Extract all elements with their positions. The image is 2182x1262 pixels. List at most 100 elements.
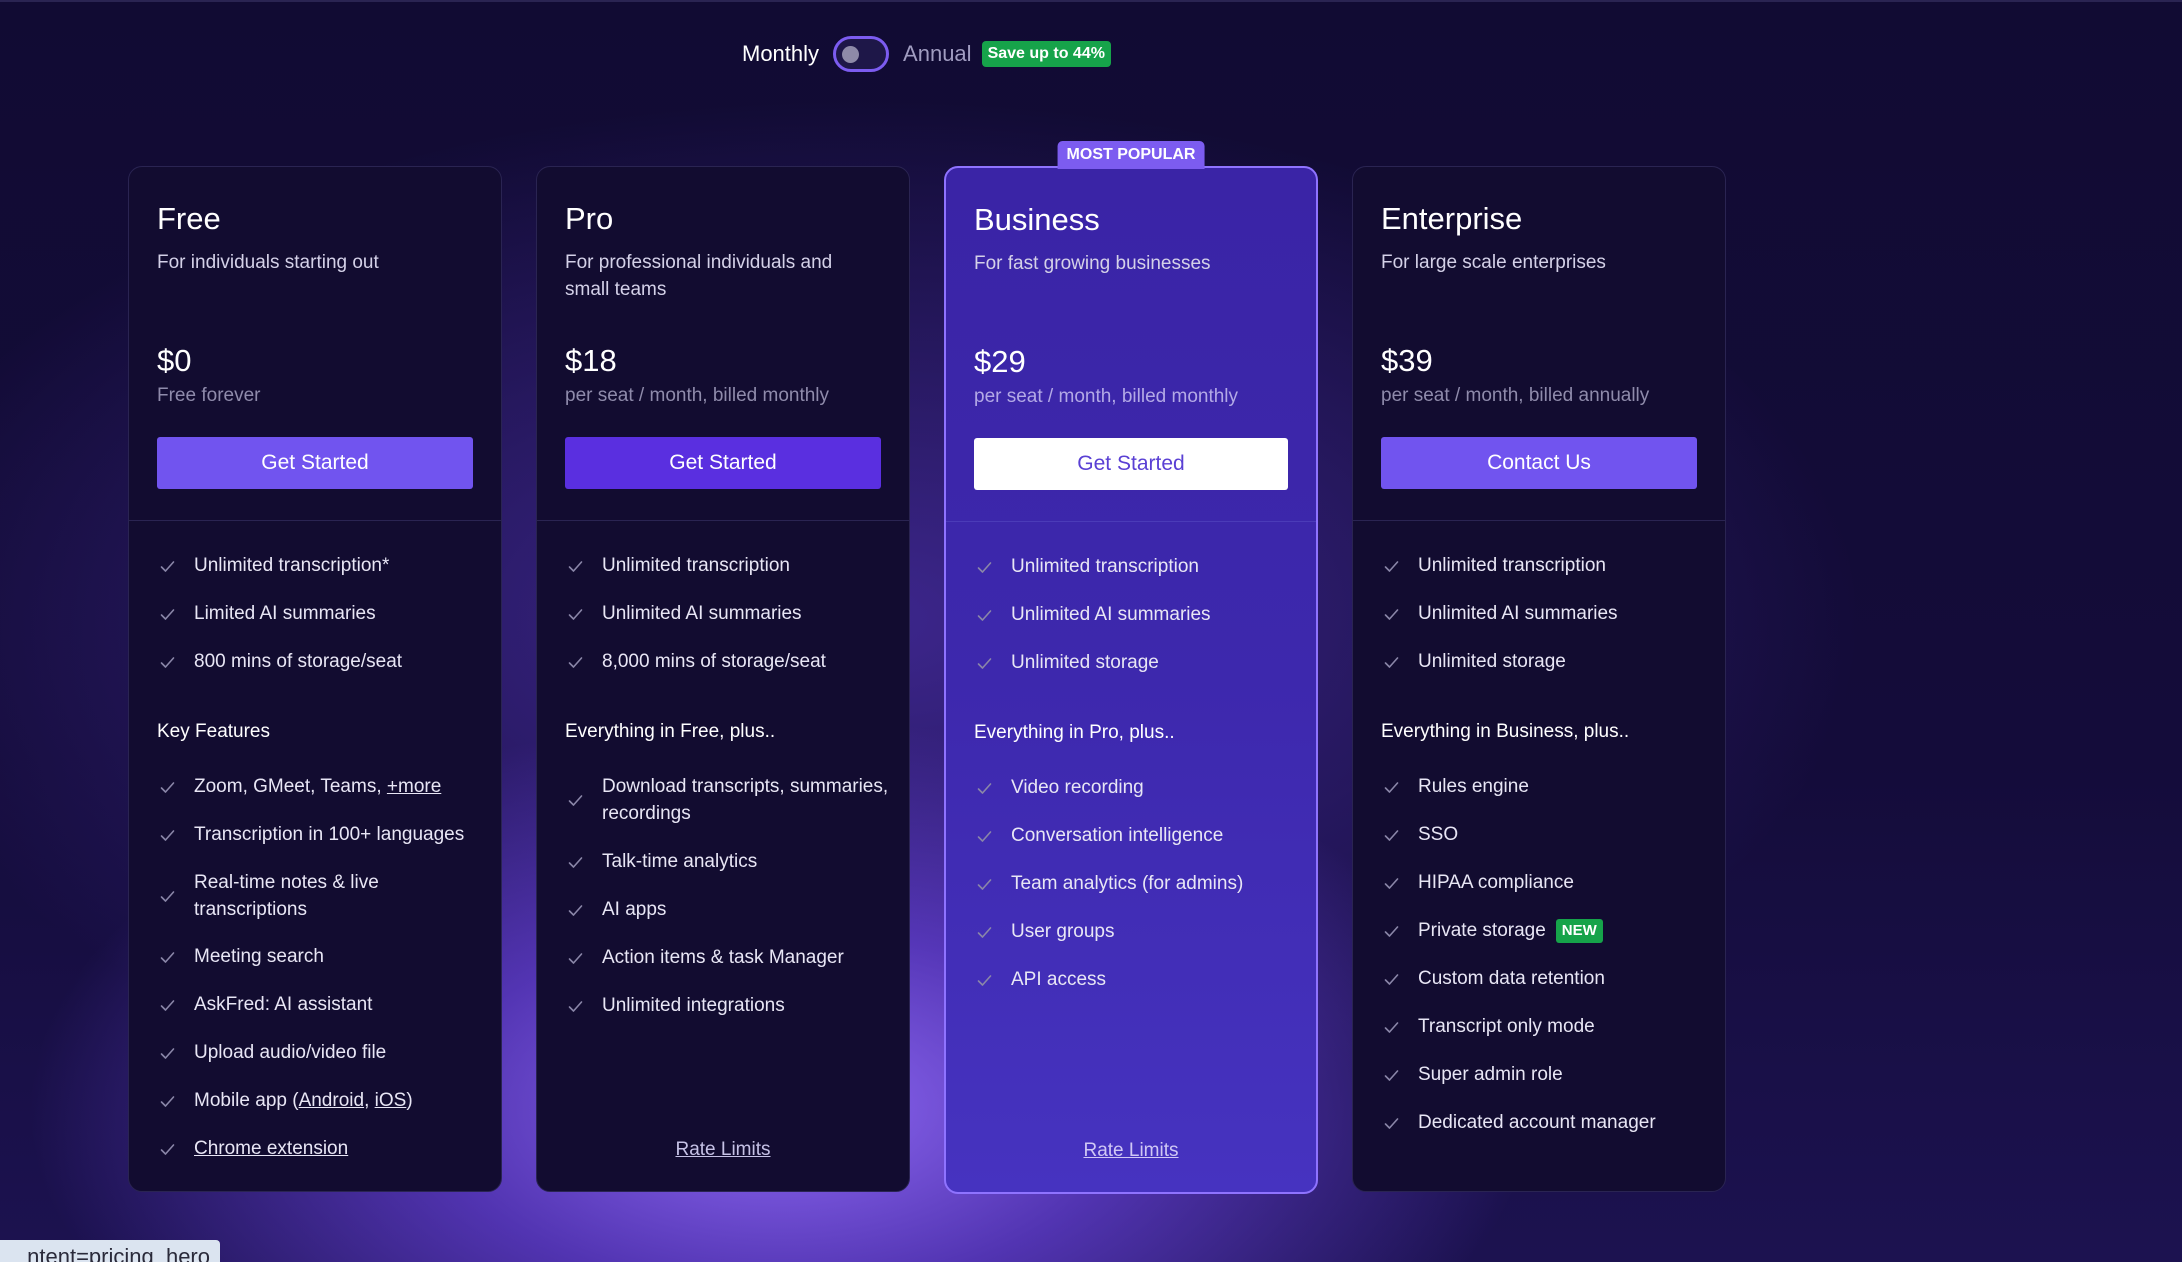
list-item: Real-time notes & live transcriptions: [157, 869, 481, 923]
list-item: Unlimited transcription: [565, 552, 889, 579]
plan-card-enterprise: Enterprise For large scale enterprises $…: [1352, 166, 1726, 1192]
rate-limits-link[interactable]: Rate Limits: [946, 1140, 1316, 1162]
check-icon: [976, 655, 993, 672]
check-icon: [567, 854, 584, 871]
get-started-button[interactable]: Get Started: [974, 438, 1288, 490]
billing-period-switch: Monthly Annual Save up to 44%: [742, 36, 1111, 72]
list-item: Transcription in 100+ languages: [157, 821, 481, 848]
ios-link[interactable]: iOS: [375, 1090, 407, 1111]
check-icon: [1383, 779, 1400, 796]
check-icon: [976, 559, 993, 576]
list-item: API access: [974, 966, 1296, 993]
plan-card-pro: Pro For professional individuals and sma…: [536, 166, 910, 1192]
check-icon: [159, 949, 176, 966]
check-icon: [1383, 827, 1400, 844]
chrome-extension-link[interactable]: Chrome extension: [194, 1138, 348, 1159]
list-item: Unlimited AI summaries: [974, 601, 1296, 628]
plan-tagline: For fast growing businesses: [974, 253, 1211, 274]
check-icon: [567, 998, 584, 1015]
check-icon: [976, 876, 993, 893]
get-started-button[interactable]: Get Started: [157, 437, 473, 489]
contact-us-button[interactable]: Contact Us: [1381, 437, 1697, 489]
check-icon: [567, 902, 584, 919]
check-icon: [159, 558, 176, 575]
save-badge: Save up to 44%: [981, 41, 1111, 67]
debug-tag: ntent=pricing_hero: [0, 1240, 220, 1262]
check-icon: [567, 654, 584, 671]
monthly-label[interactable]: Monthly: [742, 41, 819, 67]
plan-name: Pro: [565, 201, 614, 236]
check-icon: [1383, 1019, 1400, 1036]
list-item: Unlimited storage: [1381, 648, 1705, 675]
group-title: Key Features: [157, 721, 270, 742]
plan-header: Enterprise For large scale enterprises $…: [1353, 167, 1725, 521]
list-item: Video recording: [974, 774, 1296, 801]
list-item: Custom data retention: [1381, 965, 1705, 992]
check-icon: [1383, 875, 1400, 892]
plan-period: per seat / month, billed monthly: [974, 386, 1239, 407]
list-item: Download transcripts, summaries, recordi…: [565, 773, 889, 827]
check-icon: [1383, 654, 1400, 671]
check-icon: [567, 558, 584, 575]
list-item: Unlimited AI summaries: [1381, 600, 1705, 627]
plan-period: per seat / month, billed annually: [1381, 385, 1650, 406]
plan-card-business: MOST POPULAR Business For fast growing b…: [944, 141, 1318, 1194]
check-icon: [976, 607, 993, 624]
plan-tagline: For individuals starting out: [157, 252, 379, 273]
check-icon: [1383, 971, 1400, 988]
check-icon: [567, 606, 584, 623]
check-icon: [159, 888, 176, 905]
annual-label[interactable]: Annual: [903, 41, 972, 67]
check-icon: [159, 654, 176, 671]
group-title: Everything in Free, plus..: [565, 721, 776, 742]
list-item: Dedicated account manager: [1381, 1109, 1705, 1136]
check-icon: [159, 1045, 176, 1062]
list-item: Chrome extension: [157, 1135, 481, 1162]
get-started-button[interactable]: Get Started: [565, 437, 881, 489]
list-item: Meeting search: [157, 943, 481, 970]
list-item: HIPAA compliance: [1381, 869, 1705, 896]
check-icon: [976, 924, 993, 941]
list-item: Limited AI summaries: [157, 600, 481, 627]
plan-header: Free For individuals starting out $0 Fre…: [129, 167, 501, 521]
check-icon: [976, 972, 993, 989]
check-icon: [976, 828, 993, 845]
plan-name: Free: [157, 201, 221, 236]
plan-name: Business: [974, 202, 1100, 237]
check-icon: [159, 1141, 176, 1158]
list-item: User groups: [974, 918, 1296, 945]
android-link[interactable]: Android: [299, 1090, 365, 1111]
list-item: Super admin role: [1381, 1061, 1705, 1088]
check-icon: [567, 950, 584, 967]
list-item: AskFred: AI assistant: [157, 991, 481, 1018]
plan-card-free: Free For individuals starting out $0 Fre…: [128, 166, 502, 1192]
list-item: Rules engine: [1381, 773, 1705, 800]
plan-header: Business For fast growing businesses $29…: [946, 168, 1316, 522]
top-divider: [0, 0, 2182, 2]
list-item: Unlimited transcription*: [157, 552, 481, 579]
plan-header: Pro For professional individuals and sma…: [537, 167, 909, 521]
list-item: Unlimited integrations: [565, 992, 889, 1019]
list-item: 800 mins of storage/seat: [157, 648, 481, 675]
list-item: Action items & task Manager: [565, 944, 889, 971]
list-item: Unlimited storage: [974, 649, 1296, 676]
check-icon: [567, 792, 584, 809]
plan-name: Enterprise: [1381, 201, 1523, 236]
list-item: Unlimited AI summaries: [565, 600, 889, 627]
check-icon: [159, 827, 176, 844]
plan-price: $18: [565, 343, 617, 378]
check-icon: [1383, 923, 1400, 940]
rate-limits-link[interactable]: Rate Limits: [537, 1139, 909, 1161]
list-item: SSO: [1381, 821, 1705, 848]
check-icon: [1383, 606, 1400, 623]
list-item: Talk-time analytics: [565, 848, 889, 875]
billing-toggle[interactable]: [833, 36, 890, 72]
list-item: Mobile app (Android, iOS): [157, 1087, 481, 1114]
check-icon: [159, 606, 176, 623]
more-link[interactable]: +more: [387, 776, 441, 797]
check-icon: [1383, 1115, 1400, 1132]
check-icon: [1383, 1067, 1400, 1084]
toggle-knob: [842, 46, 860, 63]
check-icon: [976, 780, 993, 797]
list-item: Upload audio/video file: [157, 1039, 481, 1066]
